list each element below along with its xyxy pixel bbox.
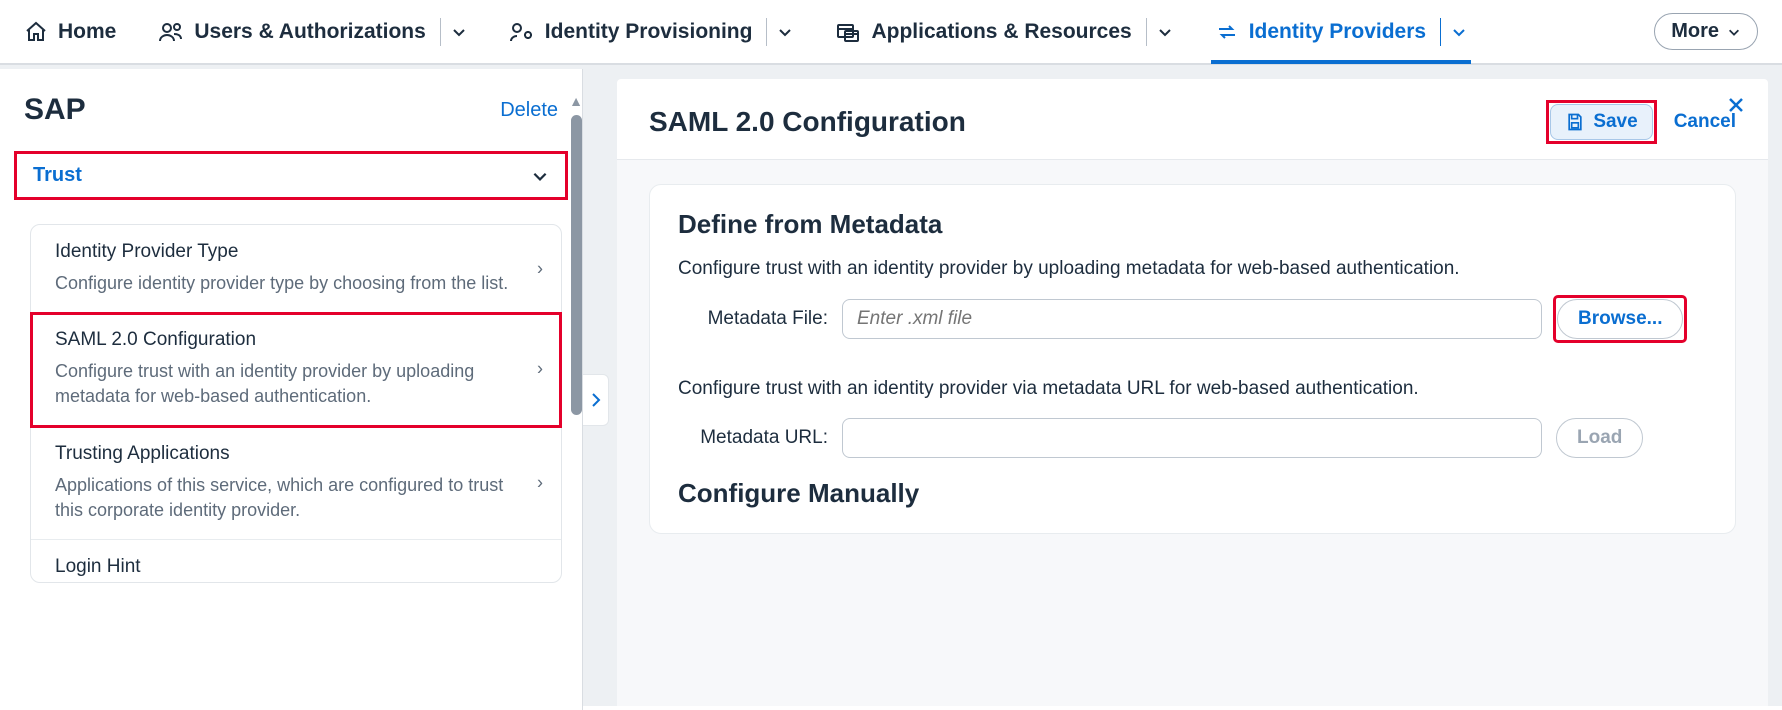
- chevron-right-icon: ›: [537, 359, 543, 380]
- nav-apps[interactable]: Applications & Resources: [835, 0, 1172, 63]
- scroll-up-icon: ▲: [569, 93, 583, 109]
- chevron-down-icon: [531, 167, 549, 185]
- desc-file: Configure trust with an identity provide…: [678, 258, 1707, 280]
- collapse-toggle[interactable]: [583, 374, 609, 426]
- save-button[interactable]: Save: [1550, 104, 1652, 140]
- sync-icon: [1215, 20, 1239, 44]
- nav-users[interactable]: Users & Authorizations: [158, 0, 466, 63]
- home-icon: [24, 20, 48, 44]
- configure-manually-title: Configure Manually: [678, 478, 1707, 509]
- metadata-card: Define from Metadata Configure trust wit…: [649, 184, 1736, 534]
- menu-title: Identity Provider Type: [55, 241, 511, 263]
- menu-identity-provider-type[interactable]: Identity Provider Type Configure identit…: [31, 225, 561, 313]
- more-button[interactable]: More: [1654, 13, 1758, 50]
- metadata-url-label: Metadata URL:: [678, 427, 828, 449]
- metadata-url-input[interactable]: [842, 418, 1542, 458]
- more-label: More: [1671, 20, 1719, 43]
- provider-title: SAP: [24, 93, 86, 127]
- close-icon: [1726, 95, 1746, 115]
- trust-menu: Identity Provider Type Configure identit…: [30, 224, 562, 583]
- metadata-url-row: Metadata URL: Load: [678, 418, 1707, 458]
- apps-icon: [835, 20, 861, 44]
- save-highlight: Save: [1549, 103, 1653, 141]
- right-panel: SAML 2.0 Configuration Save Cancel Defin…: [617, 79, 1768, 706]
- users-icon: [158, 20, 184, 44]
- delete-link[interactable]: Delete: [500, 99, 558, 122]
- nav-home[interactable]: Home: [24, 0, 116, 63]
- workspace: ▲ SAP Delete Trust Identity Provider Typ…: [0, 64, 1782, 706]
- card-title: Define from Metadata: [678, 209, 1707, 240]
- page-title: SAML 2.0 Configuration: [649, 106, 966, 138]
- menu-desc: Applications of this service, which are …: [55, 473, 511, 523]
- nav-users-caret[interactable]: [440, 18, 467, 46]
- right-header: SAML 2.0 Configuration Save Cancel: [617, 79, 1768, 160]
- menu-title: SAML 2.0 Configuration: [55, 329, 511, 351]
- nav-users-label: Users & Authorizations: [194, 20, 425, 44]
- menu-trusting-apps[interactable]: Trusting Applications Applications of th…: [31, 427, 561, 540]
- chevron-right-icon: [589, 390, 603, 410]
- menu-login-hint[interactable]: Login Hint: [31, 540, 561, 582]
- metadata-file-label: Metadata File:: [678, 308, 828, 330]
- scrollbar[interactable]: ▲: [568, 93, 584, 673]
- chevron-right-icon: ›: [537, 472, 543, 493]
- nav-idp-label: Identity Providers: [1249, 20, 1426, 44]
- trust-label: Trust: [33, 164, 82, 187]
- browse-button[interactable]: Browse...: [1557, 299, 1683, 339]
- scroll-thumb[interactable]: [571, 115, 582, 415]
- nav-home-label: Home: [58, 20, 116, 44]
- chevron-down-icon: [1727, 25, 1741, 39]
- nav-idprov-label: Identity Provisioning: [545, 20, 753, 44]
- nav-apps-caret[interactable]: [1146, 18, 1173, 46]
- load-button[interactable]: Load: [1556, 418, 1643, 458]
- right-body: Define from Metadata Configure trust wit…: [617, 160, 1768, 706]
- menu-title: Login Hint: [55, 556, 511, 578]
- desc-url: Configure trust with an identity provide…: [678, 378, 1707, 400]
- nav-idprov-caret[interactable]: [766, 18, 793, 46]
- save-icon: [1565, 112, 1585, 132]
- nav-identity-providers[interactable]: Identity Providers: [1215, 0, 1467, 63]
- provisioning-icon: [509, 20, 535, 44]
- nav-idp-caret[interactable]: [1440, 18, 1467, 46]
- metadata-file-input[interactable]: [842, 299, 1542, 339]
- top-nav: Home Users & Authorizations Identity Pro…: [0, 0, 1782, 64]
- chevron-right-icon: ›: [537, 258, 543, 279]
- metadata-file-row: Metadata File: Browse...: [678, 298, 1707, 340]
- nav-id-provisioning[interactable]: Identity Provisioning: [509, 0, 794, 63]
- menu-desc: Configure trust with an identity provide…: [55, 359, 511, 409]
- left-header: SAP Delete: [0, 69, 582, 151]
- save-label: Save: [1593, 111, 1637, 133]
- menu-desc: Configure identity provider type by choo…: [55, 271, 511, 296]
- nav-apps-label: Applications & Resources: [871, 20, 1131, 44]
- menu-saml-config[interactable]: SAML 2.0 Configuration Configure trust w…: [31, 313, 561, 426]
- menu-title: Trusting Applications: [55, 443, 511, 465]
- trust-section-header[interactable]: Trust: [14, 151, 568, 200]
- close-button[interactable]: [1726, 95, 1746, 115]
- left-panel: ▲ SAP Delete Trust Identity Provider Typ…: [0, 69, 583, 710]
- browse-highlight: Browse...: [1556, 298, 1684, 340]
